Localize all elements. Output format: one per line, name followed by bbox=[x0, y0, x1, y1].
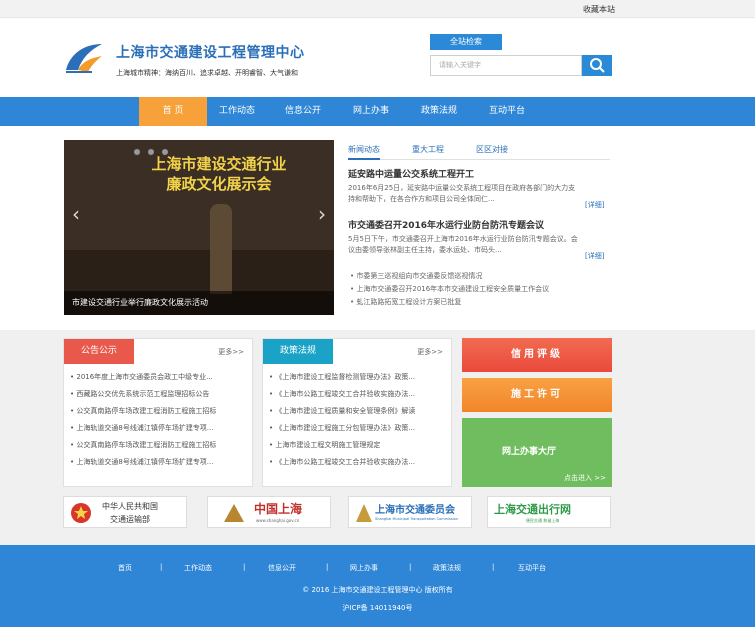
footer-separator: | bbox=[160, 563, 163, 571]
list-item[interactable]: • 公交真南路停车场改建工程消防工程施工招标 bbox=[70, 406, 252, 423]
policy-panel: 政策法规 更多>> • 《上海市建设工程监督检测管理办法》政策... • 《上海… bbox=[262, 338, 452, 487]
list-item[interactable]: • 《上海市建设工程监督检测管理办法》政策... bbox=[269, 372, 451, 389]
footer: 首页 | 工作动态 | 信息公开 | 网上办事 | 政策法规 | 互动平台 © … bbox=[0, 545, 755, 627]
news-summary-1: 2016年6月25日，延安路中运量公交系统工程项目在政府各部门的大力支持和帮助下… bbox=[348, 184, 576, 203]
link-travel-network-sub: 便民交通 和谐上海 bbox=[526, 518, 560, 523]
icp-number[interactable]: 沪ICP备 14011940号 bbox=[0, 603, 755, 613]
link-transport-commission[interactable]: 上海市交通委员会 Shanghai Municipal Transportati… bbox=[348, 496, 472, 528]
city-motto: 上海城市精神：海纳百川、追求卓越、开明睿智、大气谦和 bbox=[116, 69, 298, 77]
notice-panel: 公告公示 更多>> • 2016年度上海市交通委员会政工中级专业... • 西藏… bbox=[63, 338, 253, 487]
list-item[interactable]: • 公交真南路停车场改建工程消防工程施工招标 bbox=[70, 440, 252, 457]
tab-major-projects[interactable]: 重大工程 bbox=[412, 144, 444, 155]
footer-separator: | bbox=[492, 563, 495, 571]
search-icon bbox=[590, 58, 605, 73]
nav-item-work-news[interactable]: 工作动态 bbox=[207, 97, 267, 126]
enter-link[interactable]: 点击进入 >> bbox=[564, 473, 606, 483]
footer-link-online-service[interactable]: 网上办事 bbox=[350, 563, 378, 573]
news-headline-1[interactable]: 延安路中运量公交系统工程开工 bbox=[348, 167, 474, 180]
footer-link-policy[interactable]: 政策法规 bbox=[433, 563, 461, 573]
list-item[interactable]: • 《上海市建设工程施工分包管理办法》政策... bbox=[269, 423, 451, 440]
main-nav: 首 页 工作动态 信息公开 网上办事 政策法规 互动平台 bbox=[0, 97, 755, 126]
search-tab[interactable]: 全站检索 bbox=[430, 34, 502, 50]
shanghai-logo-icon bbox=[224, 504, 244, 522]
online-service-hall-label: 网上办事大厅 bbox=[502, 447, 557, 457]
search-input[interactable]: 请输入关键字 bbox=[430, 55, 582, 76]
news-bullet-list: • 市委第三巡视组向市交通委反馈巡视情况 • 上海市交通委召开2016年本市交通… bbox=[350, 271, 612, 310]
link-china-shanghai-title: 中国上海 bbox=[254, 502, 303, 516]
news-headline-2[interactable]: 市交通委召开2016年水运行业防台防汛专题会议 bbox=[348, 218, 544, 231]
construction-permit-button[interactable]: 施工许可 bbox=[462, 378, 612, 412]
tab-news[interactable]: 新闻动态 bbox=[348, 144, 380, 160]
list-item[interactable]: • 上海轨道交通8号线浦江镇停车场扩建专项... bbox=[70, 457, 252, 474]
list-item[interactable]: • 市委第三巡视组向市交通委反馈巡视情况 bbox=[350, 271, 612, 284]
list-item[interactable]: • 上海市建设工程文明施工管理规定 bbox=[269, 440, 451, 457]
link-transport-commission-en: Shanghai Municipal Transportation Commis… bbox=[375, 517, 458, 521]
slider-caption[interactable]: 市建设交通行业举行廉政文化展示活动 bbox=[64, 291, 334, 315]
link-travel-network[interactable]: 上海交通出行网 便民交通 和谐上海 bbox=[487, 496, 611, 528]
national-emblem-icon bbox=[71, 503, 91, 523]
detail-link-1[interactable]: [详细] bbox=[585, 200, 604, 210]
detail-link-2[interactable]: [详细] bbox=[585, 251, 604, 261]
slider-image-speaker bbox=[210, 204, 232, 294]
link-mot-line2: 交通运输部 bbox=[110, 515, 150, 524]
footer-link-work-news[interactable]: 工作动态 bbox=[184, 563, 212, 573]
list-item[interactable]: • 《上海市建设工程质量和安全管理条例》解读 bbox=[269, 406, 451, 423]
notice-list: • 2016年度上海市交通委员会政工中级专业... • 西藏路公交优先系统示范工… bbox=[70, 372, 252, 474]
list-item[interactable]: • 《上海市公路工程竣交工合并验收实施办法... bbox=[269, 457, 451, 474]
footer-link-info-public[interactable]: 信息公开 bbox=[268, 563, 296, 573]
top-bar: 收藏本站 bbox=[0, 0, 755, 18]
slider-next-icon[interactable]: › bbox=[318, 202, 326, 226]
nav-item-online-service[interactable]: 网上办事 bbox=[340, 97, 402, 126]
nav-item-interaction[interactable]: 互动平台 bbox=[476, 97, 538, 126]
online-service-hall-button[interactable]: 网上办事大厅 点击进入 >> bbox=[462, 418, 612, 487]
commission-logo-icon bbox=[356, 504, 372, 522]
news-summary-2: 5月5日下午，市交通委召开上海市2016年水运行业防台防汛专题会议。会议由委领导… bbox=[348, 235, 578, 254]
slider-banner-line2: 廉政文化展示会 bbox=[166, 175, 272, 193]
logo-icon bbox=[66, 44, 102, 73]
policy-more-link[interactable]: 更多>> bbox=[417, 347, 443, 357]
slider-banner-line1: 上海市建设交通行业 bbox=[151, 155, 287, 173]
site-name[interactable]: 上海市交通建设工程管理中心 bbox=[116, 42, 305, 62]
link-travel-network-title: 上海交通出行网 bbox=[494, 503, 571, 516]
search-button[interactable] bbox=[582, 55, 612, 76]
list-item[interactable]: • 上海轨道交通8号线浦江镇停车场扩建专项... bbox=[70, 423, 252, 440]
nav-item-policy[interactable]: 政策法规 bbox=[408, 97, 470, 126]
header: 上海市交通建设工程管理中心 上海城市精神：海纳百川、追求卓越、开明睿智、大气谦和… bbox=[0, 18, 755, 97]
favorite-link[interactable]: 收藏本站 bbox=[583, 4, 615, 15]
link-china-shanghai[interactable]: 中国上海 www.shanghai.gov.cn bbox=[207, 496, 331, 528]
link-mot-line1: 中华人民共和国 bbox=[102, 502, 158, 511]
list-item[interactable]: • 上海市交通委召开2016年本市交通建设工程安全质量工作会议 bbox=[350, 284, 612, 297]
copyright: © 2016 上海市交通建设工程管理中心 版权所有 bbox=[302, 586, 453, 594]
news-tabs: 新闻动态 重大工程 区区对接 bbox=[348, 140, 610, 160]
footer-separator: | bbox=[326, 563, 329, 571]
policy-list: • 《上海市建设工程监督检测管理办法》政策... • 《上海市公路工程竣交工合并… bbox=[269, 372, 451, 474]
news-slider[interactable]: 上海市建设交通行业 廉政文化展示会 ‹ › 市建设交通行业举行廉政文化展示活动 bbox=[64, 140, 334, 315]
slider-banner: 上海市建设交通行业 廉政文化展示会 bbox=[114, 154, 324, 194]
footer-separator: | bbox=[409, 563, 412, 571]
notice-more-link[interactable]: 更多>> bbox=[218, 347, 244, 357]
policy-panel-title[interactable]: 政策法规 bbox=[263, 339, 333, 364]
list-item[interactable]: • 西藏路公交优先系统示范工程监理招标公告 bbox=[70, 389, 252, 406]
list-item[interactable]: • 虬江路路拓宽工程设计方案已批复 bbox=[350, 297, 612, 310]
nav-item-home[interactable]: 首 页 bbox=[139, 97, 207, 126]
footer-separator: | bbox=[243, 563, 246, 571]
notice-panel-title[interactable]: 公告公示 bbox=[64, 339, 134, 364]
link-china-shanghai-url: www.shanghai.gov.cn bbox=[256, 518, 300, 523]
footer-link-home[interactable]: 首页 bbox=[118, 563, 132, 573]
link-transport-commission-title: 上海市交通委员会 bbox=[375, 505, 455, 516]
list-item[interactable]: • 2016年度上海市交通委员会政工中级专业... bbox=[70, 372, 252, 389]
footer-link-interaction[interactable]: 互动平台 bbox=[518, 563, 546, 573]
slider-prev-icon[interactable]: ‹ bbox=[72, 202, 80, 226]
tab-district-link[interactable]: 区区对接 bbox=[476, 144, 508, 155]
list-item[interactable]: • 《上海市公路工程竣交工合并验收实施办法... bbox=[269, 389, 451, 406]
link-mot[interactable]: 中华人民共和国 交通运输部 bbox=[63, 496, 187, 528]
nav-item-info-public[interactable]: 信息公开 bbox=[272, 97, 334, 126]
credit-rating-button[interactable]: 信用评级 bbox=[462, 338, 612, 372]
